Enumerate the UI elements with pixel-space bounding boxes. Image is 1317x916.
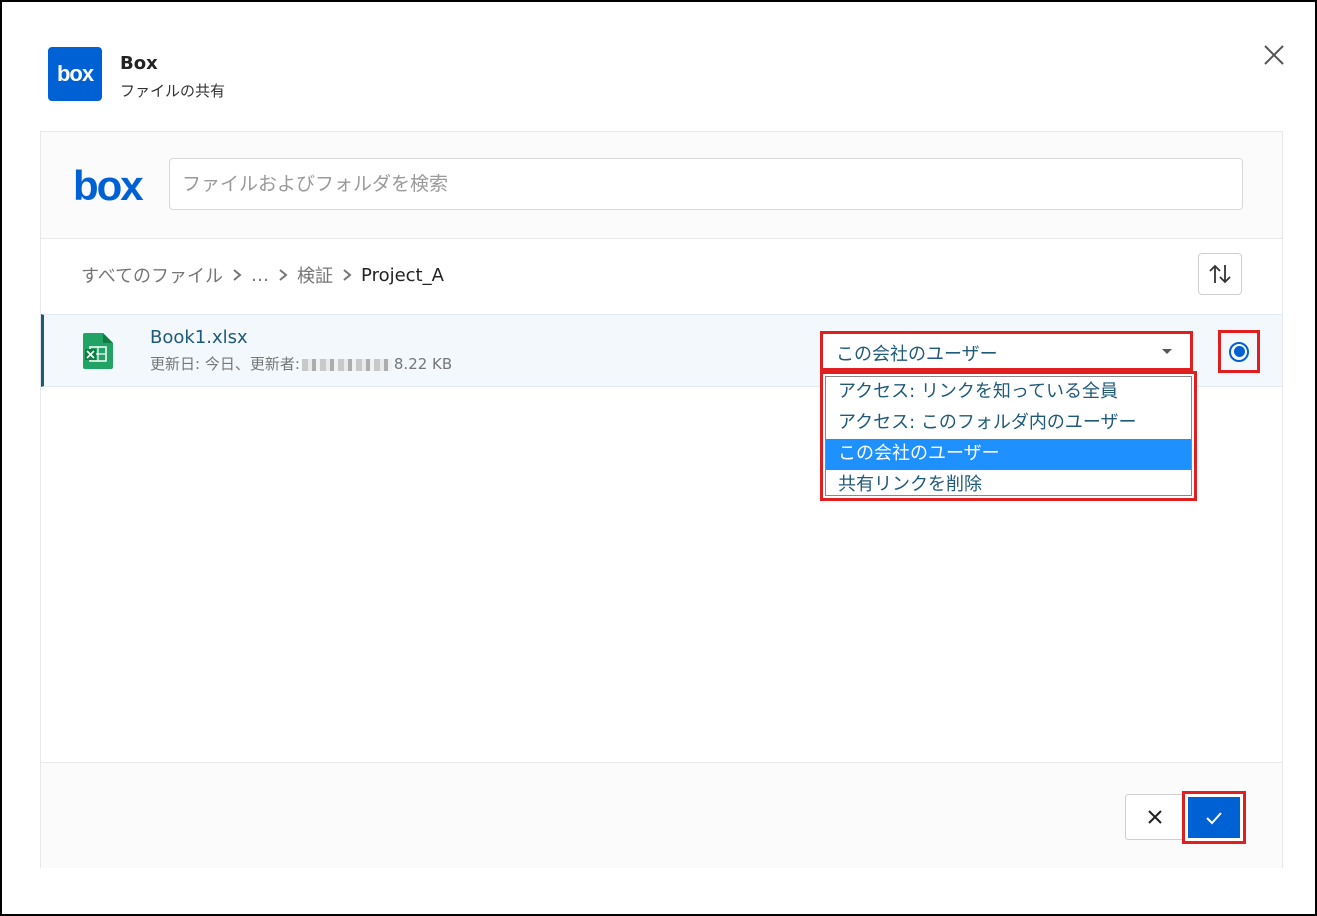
chevron-right-icon xyxy=(343,269,352,281)
radio-button-icon xyxy=(1229,341,1249,362)
caret-down-icon xyxy=(1162,349,1172,354)
shared-link-access-select[interactable]: この会社のユーザー xyxy=(820,331,1193,371)
breadcrumb-all-files[interactable]: すべてのファイル xyxy=(81,262,223,288)
app-name: Box xyxy=(120,53,158,74)
confirm-button[interactable] xyxy=(1182,791,1246,844)
file-meta-modified: 更新日: 今日、更新者: xyxy=(150,355,300,373)
chevron-right-icon xyxy=(233,269,242,281)
breadcrumb: すべてのファイル … 検証 Project_A xyxy=(81,262,444,288)
file-select-radio[interactable] xyxy=(1218,330,1260,373)
dialog-subtitle: ファイルの共有 xyxy=(120,82,226,100)
breadcrumb-current-folder: Project_A xyxy=(361,264,444,286)
close-icon[interactable] xyxy=(1261,42,1287,68)
access-select-value: この会社のユーザー xyxy=(836,344,998,365)
redacted-username xyxy=(301,358,392,371)
confirm-button-inner[interactable] xyxy=(1188,797,1240,838)
search-input[interactable] xyxy=(169,158,1243,210)
access-dropdown-menu: アクセス: リンクを知っている全員 アクセス: このフォルダ内のユーザー この会… xyxy=(820,371,1197,501)
box-app-logo: box xyxy=(48,47,102,101)
app-logo-text: box xyxy=(56,61,94,86)
dialog-frame: box Box ファイルの共有 box すべてのファイル … 検証 Projec… xyxy=(0,0,1317,916)
option-remove-shared-link[interactable]: 共有リンクを削除 xyxy=(826,470,1191,501)
box-logo: box xyxy=(73,162,144,209)
breadcrumb-folder[interactable]: 検証 xyxy=(297,262,333,288)
sort-up-down-icon xyxy=(1209,264,1231,284)
cancel-button[interactable] xyxy=(1125,794,1185,840)
breadcrumb-ellipsis[interactable]: … xyxy=(251,265,269,286)
access-options-list: アクセス: リンクを知っている全員 アクセス: このフォルダ内のユーザー この会… xyxy=(825,376,1192,496)
sort-button[interactable] xyxy=(1198,253,1242,295)
option-company-users[interactable]: この会社のユーザー xyxy=(826,439,1191,470)
file-name-link[interactable]: Book1.xlsx xyxy=(150,327,248,348)
file-size: 8.22 KB xyxy=(393,355,453,373)
picker-footer xyxy=(41,762,1282,868)
search-header: box xyxy=(41,132,1282,239)
checkmark-icon xyxy=(1206,811,1222,824)
file-meta: 更新日: 今日、更新者: 8.22 KB xyxy=(150,353,452,374)
file-picker-panel: box すべてのファイル … 検証 Project_A xyxy=(40,131,1283,868)
chevron-right-icon xyxy=(279,269,288,281)
excel-file-icon xyxy=(83,333,113,369)
option-anyone-with-link[interactable]: アクセス: リンクを知っている全員 xyxy=(826,377,1191,408)
option-folder-collaborators[interactable]: アクセス: このフォルダ内のユーザー xyxy=(826,408,1191,439)
radio-selected-dot xyxy=(1233,346,1245,357)
close-icon xyxy=(1148,810,1162,824)
